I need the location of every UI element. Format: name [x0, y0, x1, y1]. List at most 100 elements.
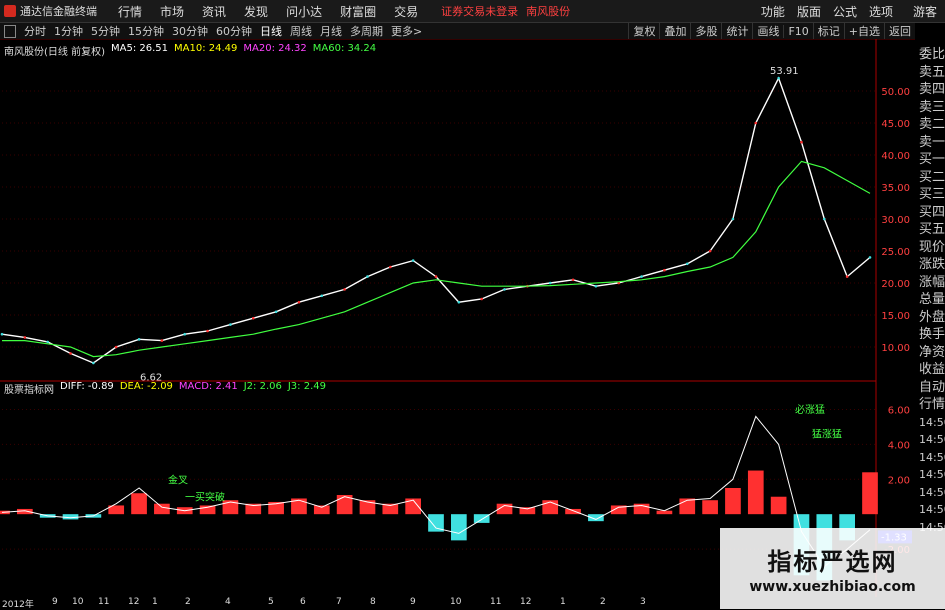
- side-panel-item[interactable]: 涨跌: [917, 256, 945, 274]
- side-panel-item[interactable]: 卖二: [917, 116, 945, 134]
- price-point: [411, 259, 415, 262]
- side-panel-item[interactable]: 买一: [917, 151, 945, 169]
- date-tick-label: 7: [336, 597, 342, 607]
- tab-weekly[interactable]: 周线: [286, 23, 316, 39]
- tab-60min[interactable]: 60分钟: [212, 23, 256, 39]
- app-title: 通达信金融终端: [20, 5, 97, 18]
- date-tick-label: 4: [225, 597, 231, 607]
- watermark: 指标严选网 www.xuezhibiao.com: [720, 528, 945, 609]
- price-tick-label: 10.00: [881, 343, 910, 354]
- macd-tick-label: 2.00: [888, 475, 910, 486]
- tab-1min[interactable]: 1分钟: [50, 23, 87, 39]
- macd-bar: [154, 503, 170, 515]
- price-point: [297, 300, 301, 304]
- side-panel-item[interactable]: 14:50: [917, 431, 945, 449]
- price-point: [548, 281, 552, 285]
- overlay-button[interactable]: 叠加: [659, 23, 690, 39]
- tab-15min[interactable]: 15分钟: [124, 23, 168, 39]
- side-panel-item[interactable]: 卖四: [917, 81, 945, 99]
- price-point: [708, 249, 712, 253]
- signal-label: 猛涨猛: [812, 428, 842, 440]
- date-tick-label: 2: [185, 597, 191, 607]
- date-tick-label: 2: [600, 597, 606, 607]
- macd-bar: [565, 508, 581, 515]
- side-panel-item[interactable]: 卖三: [917, 99, 945, 117]
- menu-item-wealth[interactable]: 财富圈: [331, 3, 385, 20]
- menu-layout[interactable]: 版面: [791, 3, 827, 20]
- menu-item-discover[interactable]: 发现: [235, 3, 277, 20]
- back-button[interactable]: 返回: [884, 23, 915, 39]
- menu-item-market[interactable]: 市场: [151, 3, 193, 20]
- macd-label: MACD: 2.41: [178, 381, 238, 392]
- side-panel-item[interactable]: 自动: [917, 379, 945, 397]
- f10-button[interactable]: F10: [783, 24, 812, 38]
- price-point: [0, 332, 4, 336]
- watermark-url: www.xuezhibiao.com: [749, 579, 916, 595]
- tab-multi-period[interactable]: 多周期: [346, 23, 387, 39]
- side-panel-item[interactable]: 14:50: [917, 449, 945, 467]
- side-panel-item[interactable]: 14:50: [917, 414, 945, 432]
- price-point: [137, 338, 141, 341]
- side-panel-item[interactable]: 换手: [917, 326, 945, 344]
- side-panel-item[interactable]: 买五: [917, 221, 945, 239]
- menu-item-ask[interactable]: 问小达: [277, 3, 331, 20]
- side-panel-item[interactable]: 卖一: [917, 134, 945, 152]
- side-panel-item[interactable]: 买二: [917, 169, 945, 187]
- adjust-button[interactable]: 复权: [628, 23, 659, 39]
- menu-item-news[interactable]: 资讯: [193, 3, 235, 20]
- side-panel-item[interactable]: 卖五: [917, 64, 945, 82]
- side-panel-item[interactable]: 外盘: [917, 309, 945, 327]
- tab-more[interactable]: 更多>: [387, 23, 426, 39]
- stats-button[interactable]: 统计: [721, 23, 752, 39]
- side-panel-item[interactable]: 14:50: [917, 484, 945, 502]
- macd-bar: [679, 498, 696, 515]
- side-panel-item[interactable]: 收益: [917, 361, 945, 379]
- menu-formula[interactable]: 公式: [827, 3, 863, 20]
- menu-function[interactable]: 功能: [755, 3, 791, 20]
- chart-area[interactable]: 10.00 15.00 20.00 25.00 30.00 35.00 40.00 45.00…: [0, 39, 915, 597]
- tab-daily[interactable]: 日线: [256, 23, 286, 39]
- price-legend-name: 南风股份(日线 前复权): [4, 47, 105, 58]
- mark-button[interactable]: 标记: [812, 23, 844, 39]
- tab-30min[interactable]: 30分钟: [168, 23, 212, 39]
- side-panel-item[interactable]: 14:50: [917, 466, 945, 484]
- price-point: [640, 275, 643, 278]
- macd-bar: [702, 500, 718, 515]
- side-panel-item[interactable]: 现价: [917, 239, 945, 257]
- app-logo-icon: [4, 5, 16, 17]
- tab-5min[interactable]: 5分钟: [87, 23, 124, 39]
- price-tick-label: 15.00: [881, 311, 910, 322]
- menu-item-quotes[interactable]: 行情: [109, 3, 151, 20]
- price-point: [754, 121, 758, 125]
- side-panel-item[interactable]: 行情: [917, 396, 945, 414]
- login-status[interactable]: 证券交易未登录: [441, 3, 518, 19]
- side-panel-item[interactable]: 买三: [917, 186, 945, 204]
- side-panel-item[interactable]: 14:50: [917, 501, 945, 519]
- guest-label[interactable]: 游客: [913, 3, 937, 20]
- menu-options[interactable]: 选项: [863, 3, 899, 20]
- date-tick-label: 10: [450, 597, 462, 607]
- panel-toggle-icon[interactable]: [4, 24, 16, 38]
- price-tick-label: 35.00: [881, 183, 910, 194]
- draw-button[interactable]: 画线: [752, 23, 783, 39]
- add-watchlist-button[interactable]: +自选: [843, 23, 884, 39]
- menu-item-trade[interactable]: 交易: [385, 3, 427, 20]
- price-point: [457, 300, 461, 304]
- price-point: [23, 336, 27, 339]
- price-point: [663, 268, 666, 272]
- period-toolbar: 分时 1分钟 5分钟 15分钟 30分钟 60分钟 日线 周线 月线 多周期 更…: [0, 23, 915, 40]
- side-panel-item[interactable]: 委比: [917, 46, 945, 64]
- price-point: [685, 262, 689, 266]
- side-panel-item[interactable]: 净资: [917, 344, 945, 362]
- tab-timeshare[interactable]: 分时: [20, 23, 50, 39]
- side-panel-item[interactable]: 涨幅: [917, 274, 945, 292]
- multi-stock-button[interactable]: 多股: [690, 23, 721, 39]
- dea-label: DEA: -2.09: [119, 381, 173, 392]
- date-tick-label: 5: [268, 597, 274, 607]
- ma20-label: MA20: 24.32: [243, 43, 307, 54]
- tab-monthly[interactable]: 月线: [316, 23, 346, 39]
- price-point: [320, 294, 324, 298]
- side-panel-item[interactable]: 总量: [917, 291, 945, 309]
- golden-cross-label: 金叉: [168, 473, 188, 486]
- side-panel-item[interactable]: 买四: [917, 204, 945, 222]
